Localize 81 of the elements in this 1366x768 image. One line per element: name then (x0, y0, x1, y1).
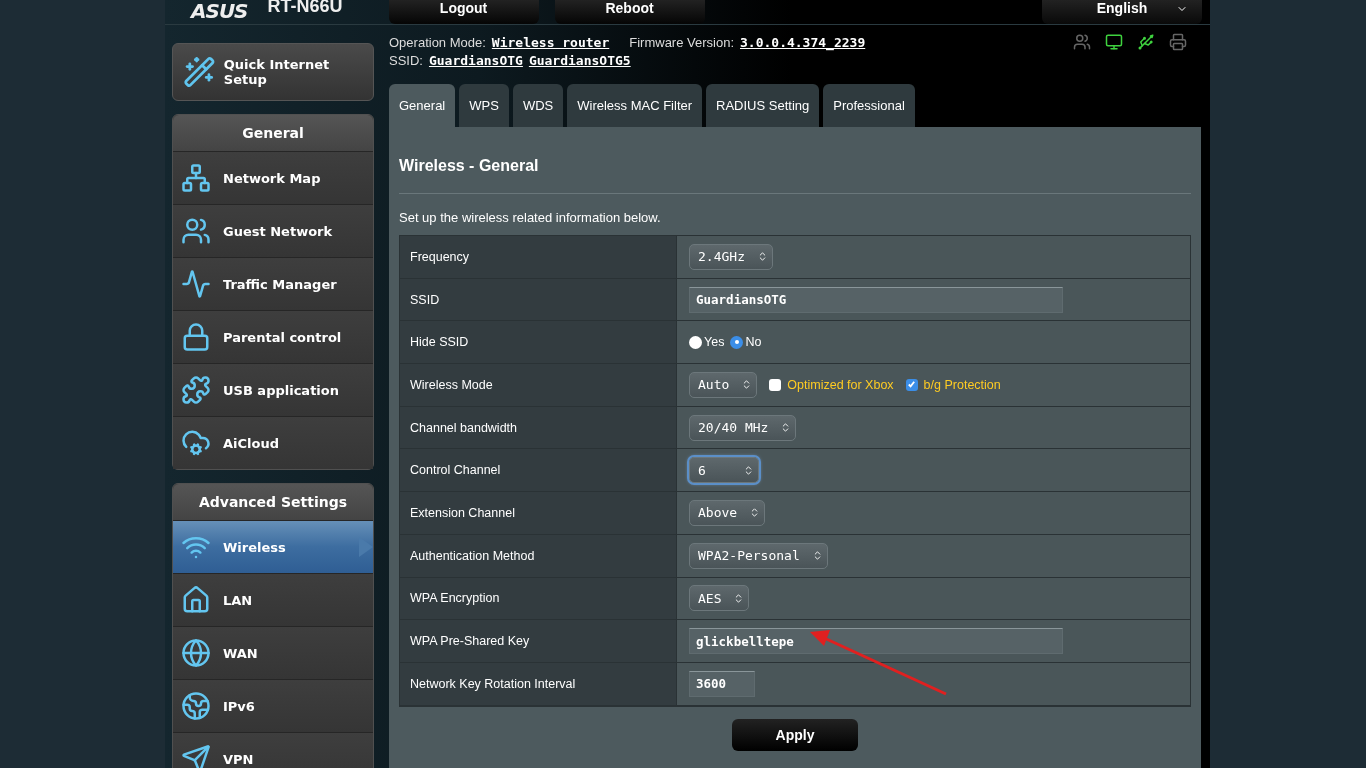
checkbox-label: Optimized for Xbox (787, 377, 894, 392)
setting-label: WPA Encryption (400, 577, 677, 620)
pointer-icon (359, 537, 373, 557)
checkbox[interactable] (905, 378, 918, 391)
select-field[interactable]: WPA2-Personal (689, 542, 828, 569)
menu-item[interactable]: USB application (173, 363, 373, 416)
setting-label: WPA Pre-Shared Key (400, 620, 677, 662)
setting-label: SSID (400, 278, 677, 321)
cloud-icon (181, 428, 211, 458)
tab[interactable]: General (389, 84, 456, 127)
tab[interactable]: RADIUS Setting (706, 84, 820, 127)
menu-item[interactable]: Traffic Manager (173, 257, 373, 310)
updown-icon (743, 464, 754, 476)
ssid-link[interactable]: GuardiansOTG5 (528, 52, 631, 68)
radio-button[interactable] (730, 335, 744, 349)
input-field[interactable]: 3600 (689, 670, 755, 697)
setting-label: Channel bandwidth (400, 406, 677, 449)
panel-title: Wireless - General (399, 157, 1191, 194)
menu-item[interactable]: AiCloud (173, 416, 373, 469)
setting-label: Authentication Method (400, 534, 677, 577)
ssid-link[interactable]: GuardiansOTG (428, 52, 523, 68)
network-icon (181, 163, 211, 193)
select-field[interactable]: 6 (689, 457, 759, 484)
quick-setup-button[interactable]: Quick Internet Setup (172, 43, 374, 101)
description: Set up the wireless related information below. (399, 210, 662, 225)
section-title: General (173, 115, 373, 151)
printer-icon[interactable] (1169, 33, 1187, 51)
menu-item[interactable]: WAN (173, 626, 373, 679)
menu-item[interactable]: IPv6 (173, 679, 373, 732)
puzzle-icon (181, 375, 211, 405)
setting-label: Extension Channel (400, 492, 677, 534)
menu-item[interactable]: LAN (173, 573, 373, 626)
globe-icon (181, 691, 211, 721)
lock-icon (181, 322, 211, 352)
top-button[interactable]: Logout (388, 0, 539, 24)
house-icon (181, 585, 211, 615)
menu-item[interactable]: Guest Network (173, 204, 373, 257)
wand-icon (183, 54, 216, 90)
setting-label: Control Channel (400, 449, 677, 492)
logo: ASUS (191, 0, 248, 22)
monitor-icon[interactable] (1105, 33, 1123, 51)
checkbox-label: b/g Protection (923, 377, 1001, 392)
model-name: RT-N66U (267, 0, 343, 18)
select-field[interactable]: Above (689, 499, 766, 526)
menu-item[interactable]: Wireless (173, 520, 373, 573)
apply-button[interactable]: Apply (732, 718, 858, 751)
users-icon (181, 216, 211, 246)
tab[interactable]: WPS (459, 84, 509, 127)
checkbox[interactable] (769, 378, 782, 391)
select-field[interactable]: AES (689, 585, 750, 612)
tab[interactable]: Professional (823, 84, 915, 127)
language-select[interactable]: English (1042, 0, 1202, 24)
input-field[interactable]: glickbelltepe (689, 628, 1063, 655)
input-field[interactable]: GuardiansOTG (689, 286, 1063, 313)
usb-icon[interactable] (1137, 33, 1155, 51)
select-field[interactable]: 2.4GHz (689, 243, 773, 270)
setting-label: Wireless Mode (400, 364, 677, 406)
tab[interactable]: Wireless MAC Filter (567, 84, 703, 127)
chart-line-icon (181, 269, 211, 299)
select-field[interactable]: Auto (689, 371, 758, 398)
setting-label: Network Key Rotation Interval (400, 662, 677, 705)
setting-label: Frequency (400, 236, 677, 278)
users-icon[interactable] (1073, 33, 1091, 51)
radio-label: Yes (704, 335, 725, 350)
setting-label: Hide SSID (400, 321, 677, 364)
globe-icon (181, 638, 211, 668)
menu-item[interactable]: Network Map (173, 151, 373, 204)
info-label: Firmware Version: (629, 34, 734, 50)
radio-button[interactable] (689, 335, 702, 349)
paper-plane-icon (181, 744, 211, 768)
firmware-link[interactable]: 3.0.0.4.374_2239 (740, 34, 866, 50)
section-title: Advanced Settings (173, 484, 373, 520)
radio-label: No (745, 335, 762, 350)
tab[interactable]: WDS (512, 84, 564, 127)
menu-item[interactable]: Parental control (173, 310, 373, 363)
info-label: SSID: (389, 52, 423, 68)
mode-link[interactable]: Wireless router (491, 34, 610, 50)
menu-item[interactable]: VPN (173, 732, 373, 768)
top-button[interactable]: Reboot (554, 0, 705, 24)
info-label: Operation Mode: (389, 34, 486, 50)
select-field[interactable]: 20/40 MHz (689, 414, 797, 441)
